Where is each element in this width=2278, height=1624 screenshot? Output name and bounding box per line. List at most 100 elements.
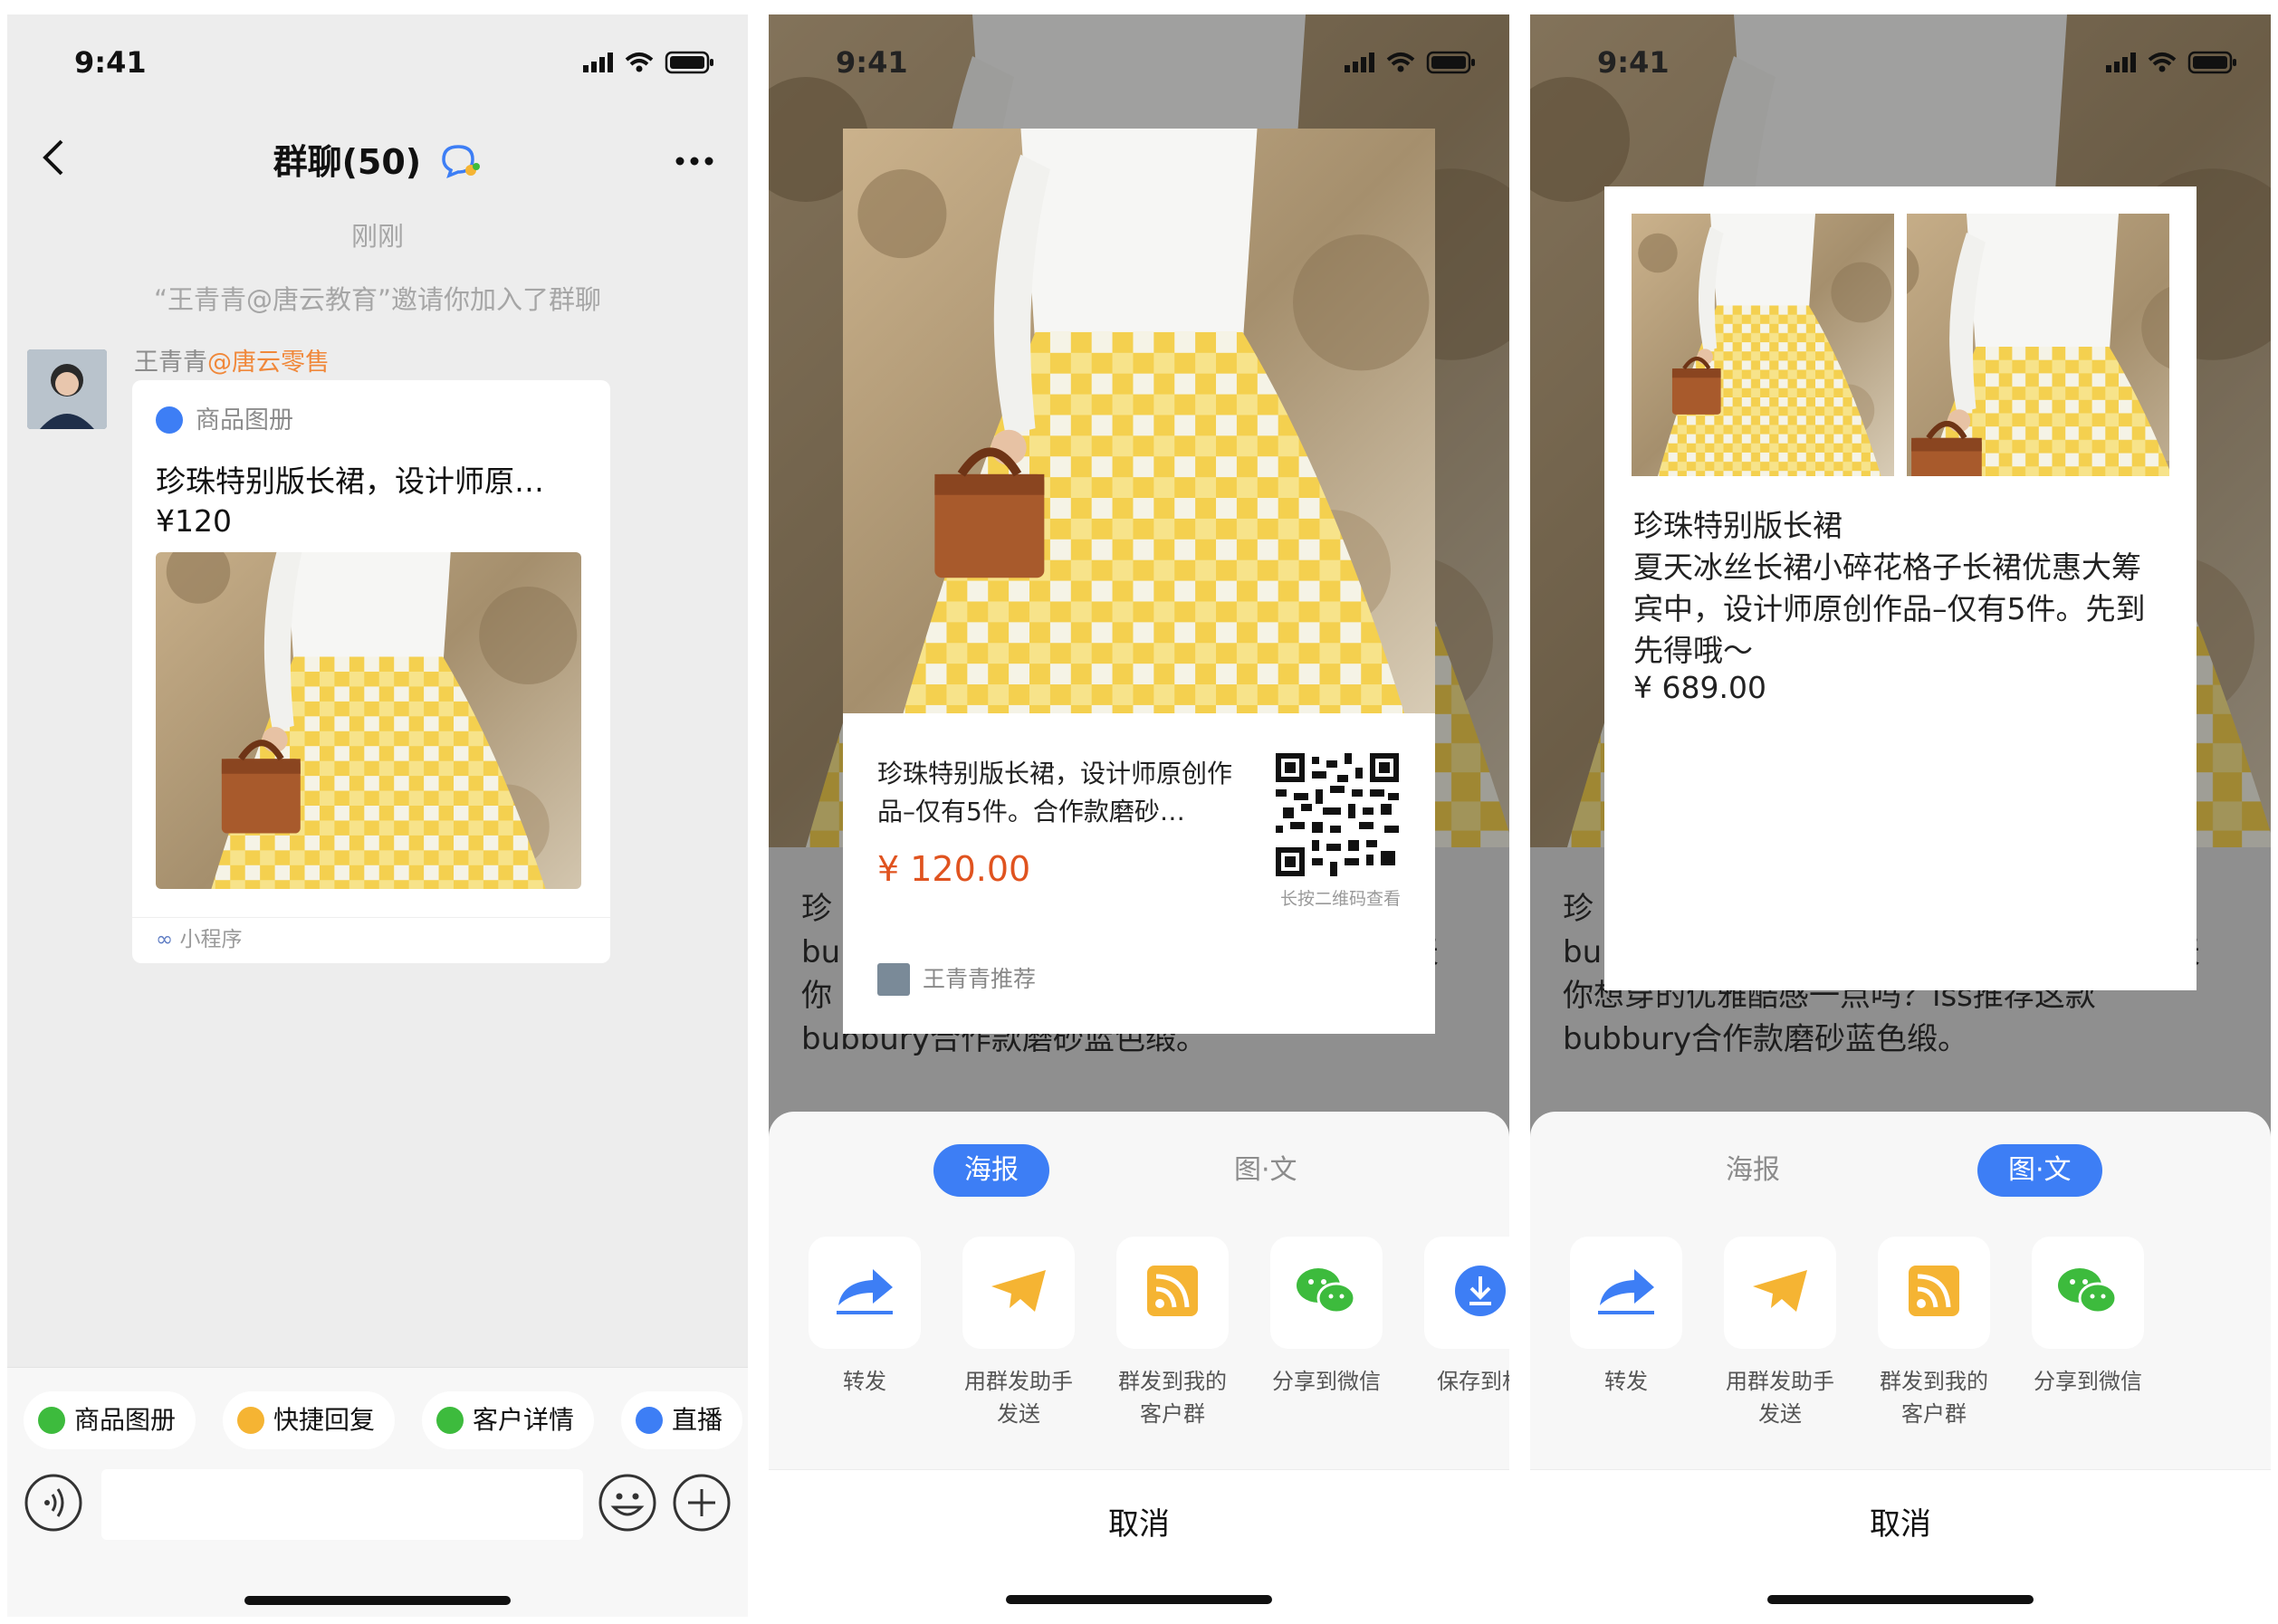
share-action-label: 发送	[997, 1401, 1040, 1427]
share-action-label: 群发到我的	[1880, 1369, 1988, 1394]
image-text-description: 夏天冰丝长裙小碎花格子长裙优惠大筹宾中，设计师原创作品–仅有5件。先到先得哦～	[1633, 549, 2146, 668]
forward-icon	[1594, 1266, 1658, 1320]
message-timestamp: 刚刚	[350, 221, 404, 252]
cancel-label: 取消	[1108, 1506, 1170, 1543]
tab-poster[interactable]: 海报	[1695, 1144, 1811, 1197]
share-action-label: 用群发助手	[1726, 1369, 1834, 1394]
qr-label: 长按二维码查看	[1279, 889, 1401, 909]
quick-button-label: 商品图册	[74, 1405, 177, 1435]
image-text-title: 珍珠特别版长裙	[1633, 508, 1842, 543]
poster-share-screen: 珍 bu天 你 bubbury合作款磨砂蓝色缎。 9:41 珍珠特别版长裙，设计…	[769, 14, 1509, 1617]
share-action-label: 群发到我的	[1118, 1369, 1227, 1394]
quick-button-label: 客户详情	[473, 1405, 575, 1435]
poster-title: 珍珠特别版长裙，设计师原创作品–仅有5件。合作款磨砂…	[877, 759, 1233, 826]
message-input[interactable]	[101, 1469, 583, 1540]
share-action-label: 分享到微信	[2034, 1369, 2142, 1394]
tab-image-text[interactable]: 图·文	[1977, 1144, 2102, 1197]
status-time: 9:41	[836, 45, 908, 80]
cancel-button[interactable]: 取消	[1530, 1469, 2271, 1617]
quick-button-album[interactable]: 商品图册	[24, 1391, 196, 1449]
share-customer-group-button[interactable]: 群发到我的 客户群	[1116, 1237, 1229, 1430]
home-indicator	[244, 1596, 511, 1605]
album-icon	[156, 406, 183, 434]
image-text-preview: 珍珠特别版长裙 夏天冰丝长裙小碎花格子长裙优惠大筹宾中，设计师原创作品–仅有5件…	[1604, 186, 2197, 990]
quick-button-label: 直播	[672, 1405, 723, 1435]
status-icons	[2106, 49, 2242, 80]
status-bar: 9:41	[7, 14, 748, 105]
sender-corp: @唐云零售	[207, 349, 330, 377]
share-sheet: 海报 图·文 转发 用群发助手发送 群发到我的客户群 分享到微信 保存到相 取消	[769, 1112, 1509, 1617]
card-footer-label: 小程序	[179, 928, 243, 951]
chat-screen: 9:41 群聊(50) 刚刚 “王青青@唐云教育”邀请你加入了群聊 王青青@唐云…	[7, 14, 748, 1617]
bg-text-line: bu	[1563, 934, 1603, 970]
avatar[interactable]	[27, 349, 107, 429]
plus-icon[interactable]	[672, 1473, 732, 1536]
wechat-icon	[1295, 1266, 1358, 1320]
live-icon	[636, 1407, 663, 1434]
nav-bar: 群聊(50)	[7, 105, 748, 223]
customer-icon	[436, 1407, 464, 1434]
share-forward-button[interactable]: 转发	[809, 1237, 921, 1398]
poster-price: ¥ 120.00	[877, 849, 1031, 889]
product-thumbnail	[1907, 214, 2169, 476]
paper-plane-icon	[1751, 1268, 1809, 1317]
emoji-icon[interactable]	[598, 1473, 657, 1536]
tab-poster[interactable]: 海报	[933, 1144, 1049, 1197]
share-action-label: 发送	[1758, 1401, 1802, 1427]
bg-text-line: 珍	[801, 891, 832, 927]
cancel-label: 取消	[1870, 1506, 1931, 1543]
voice-icon[interactable]	[24, 1473, 83, 1536]
home-indicator	[1767, 1595, 2034, 1604]
more-icon[interactable]	[675, 152, 713, 169]
chat-title: 群聊(50)	[7, 134, 748, 187]
recommender-label: 王青青推荐	[923, 966, 1037, 992]
home-indicator	[1006, 1595, 1272, 1604]
share-action-label: 保存到相	[1437, 1369, 1509, 1394]
share-group-assistant-button[interactable]: 用群发助手 发送	[1724, 1237, 1836, 1430]
quick-button-customer[interactable]: 客户详情	[422, 1391, 595, 1449]
status-time: 9:41	[74, 45, 147, 80]
quick-button-live[interactable]: 直播	[621, 1391, 743, 1449]
product-thumbnail	[1632, 214, 1894, 476]
forward-icon	[833, 1266, 896, 1320]
card-title-text: 珍珠特别版长裙，设计师原…	[156, 463, 544, 499]
share-wechat-button[interactable]: 分享到微信	[2032, 1237, 2144, 1398]
paper-plane-icon	[990, 1268, 1048, 1317]
share-wechat-button[interactable]: 分享到微信	[1270, 1237, 1383, 1398]
status-bar: 9:41	[1530, 14, 2271, 105]
card-footer: ∞ 小程序	[132, 917, 610, 963]
share-action-label: 用群发助手	[964, 1369, 1073, 1394]
image-text-share-screen: 珍 bu天 你想穿的优雅酷感一点吗？iss推荐这款 bubbury合作款磨砂蓝色…	[1530, 14, 2271, 1617]
qr-code	[1276, 753, 1399, 876]
poster-recommender: 王青青推荐	[877, 961, 1036, 996]
image-text-body: 珍珠特别版长裙 夏天冰丝长裙小碎花格子长裙优惠大筹宾中，设计师原创作品–仅有5件…	[1633, 505, 2168, 672]
chat-title-text: 群聊(50)	[273, 142, 422, 182]
product-card-message[interactable]: 商品图册 珍珠特别版长裙，设计师原… ¥120 ∞ 小程序	[132, 380, 610, 963]
product-image	[156, 552, 581, 889]
card-source: 商品图册	[156, 400, 293, 435]
share-forward-button[interactable]: 转发	[1570, 1237, 1682, 1398]
image-text-price: ¥ 689.00	[1633, 670, 1766, 705]
sender-label: 王青青@唐云零售	[134, 342, 330, 377]
share-action-label: 客户群	[1901, 1401, 1967, 1427]
share-action-label: 客户群	[1140, 1401, 1205, 1427]
quick-button-label: 快捷回复	[273, 1405, 376, 1435]
cancel-button[interactable]: 取消	[769, 1469, 1509, 1617]
bg-text-line: bubbury合作款磨砂蓝色缎。	[1563, 1021, 1968, 1057]
bg-text-line: bu	[801, 934, 841, 970]
tab-image-text[interactable]: 图·文	[1203, 1144, 1328, 1197]
status-bar: 9:41	[769, 14, 1509, 105]
share-group-assistant-button[interactable]: 用群发助手 发送	[962, 1237, 1075, 1430]
share-customer-group-button[interactable]: 群发到我的 客户群	[1878, 1237, 1990, 1430]
group-chat-icon	[440, 143, 482, 187]
download-icon	[1453, 1264, 1508, 1322]
status-icons	[1345, 49, 1480, 80]
share-save-album-button[interactable]: 保存到相	[1424, 1237, 1509, 1398]
wechat-icon	[2056, 1266, 2120, 1320]
card-source-label: 商品图册	[196, 406, 293, 435]
quick-button-reply[interactable]: 快捷回复	[223, 1391, 396, 1449]
card-price: ¥120	[156, 503, 232, 539]
broadcast-icon	[1907, 1264, 1961, 1322]
share-action-label: 转发	[843, 1369, 886, 1394]
status-time: 9:41	[1597, 45, 1670, 80]
